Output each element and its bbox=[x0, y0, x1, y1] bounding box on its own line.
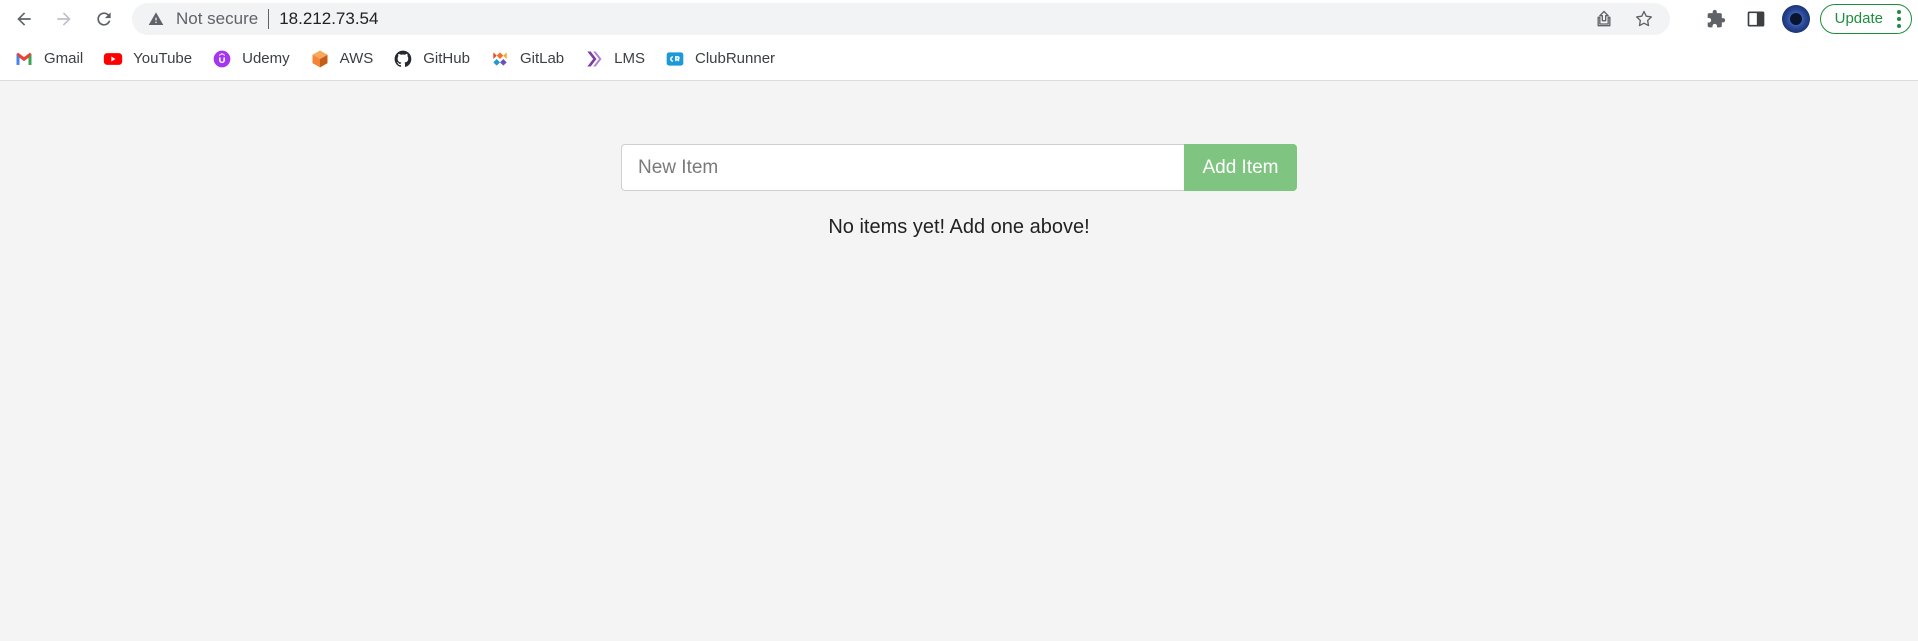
empty-state-message: No items yet! Add one above! bbox=[828, 216, 1090, 238]
aws-icon bbox=[310, 49, 330, 69]
bookmark-gitlab[interactable]: GitLab bbox=[490, 45, 564, 73]
forward-button[interactable] bbox=[48, 3, 80, 35]
bookmark-label: Gmail bbox=[44, 50, 84, 67]
side-panel-button[interactable] bbox=[1736, 0, 1776, 37]
bookmark-youtube[interactable]: YouTube bbox=[103, 45, 192, 73]
browser-window: Not secure 18.212.73.54 Update Gmail You… bbox=[0, 0, 1918, 641]
lms-icon bbox=[584, 49, 604, 69]
reload-button[interactable] bbox=[88, 3, 120, 35]
toolbar-right: Update bbox=[1696, 0, 1918, 37]
add-item-form: Add Item bbox=[621, 144, 1297, 191]
divider bbox=[268, 9, 270, 29]
arrow-left-icon bbox=[17, 11, 31, 26]
bookmark-github[interactable]: GitHub bbox=[393, 45, 470, 73]
bookmark-star-icon[interactable] bbox=[1634, 9, 1654, 29]
arrow-right-icon bbox=[57, 11, 71, 26]
page-content: Add Item No items yet! Add one above! bbox=[0, 81, 1918, 641]
puzzle-icon bbox=[1707, 9, 1725, 27]
kebab-menu-icon bbox=[1897, 9, 1901, 28]
github-icon bbox=[393, 49, 413, 69]
back-button[interactable] bbox=[8, 3, 40, 35]
new-item-input[interactable] bbox=[621, 144, 1184, 191]
bookmark-label: AWS bbox=[339, 50, 374, 67]
clubrunner-icon bbox=[665, 49, 685, 69]
bookmarks-bar: Gmail YouTube Udemy AWS GitHub GitLab LM… bbox=[0, 37, 1918, 81]
reload-icon bbox=[97, 11, 111, 26]
bookmark-label: YouTube bbox=[133, 50, 193, 67]
bookmark-label: GitHub bbox=[423, 50, 470, 67]
address-bar[interactable]: Not secure 18.212.73.54 bbox=[132, 3, 1670, 35]
add-item-button[interactable]: Add Item bbox=[1184, 144, 1297, 191]
side-panel-icon bbox=[1747, 11, 1764, 26]
browser-toolbar: Not secure 18.212.73.54 Update bbox=[0, 0, 1918, 37]
profile-avatar[interactable] bbox=[1781, 4, 1810, 33]
gmail-icon bbox=[14, 49, 34, 69]
bookmark-label: Udemy bbox=[242, 50, 290, 67]
bookmark-clubrunner[interactable]: ClubRunner bbox=[665, 45, 775, 73]
bookmark-aws[interactable]: AWS bbox=[310, 45, 374, 73]
bookmark-label: ClubRunner bbox=[695, 50, 776, 67]
warning-icon[interactable] bbox=[148, 11, 164, 27]
bookmark-label: GitLab bbox=[519, 50, 565, 67]
bookmark-gmail[interactable]: Gmail bbox=[14, 45, 83, 73]
update-button[interactable]: Update bbox=[1819, 3, 1912, 34]
url-text[interactable]: 18.212.73.54 bbox=[279, 9, 378, 29]
omnibox-actions bbox=[1594, 3, 1654, 35]
gitlab-icon bbox=[490, 49, 510, 69]
extensions-button[interactable] bbox=[1696, 0, 1736, 37]
bookmark-label: LMS bbox=[614, 50, 645, 67]
youtube-icon bbox=[103, 49, 123, 69]
share-icon[interactable] bbox=[1594, 9, 1614, 29]
update-label: Update bbox=[1834, 10, 1883, 27]
udemy-icon bbox=[212, 49, 232, 69]
bookmark-udemy[interactable]: Udemy bbox=[212, 45, 290, 73]
bookmark-lms[interactable]: LMS bbox=[584, 45, 645, 73]
security-status[interactable]: Not secure bbox=[176, 9, 258, 29]
